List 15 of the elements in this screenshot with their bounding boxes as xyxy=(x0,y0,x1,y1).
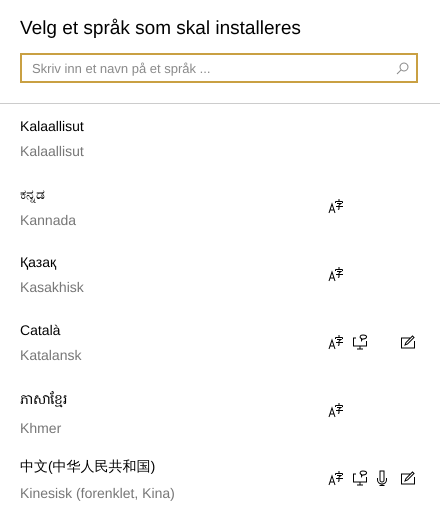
language-name: Khmer xyxy=(20,420,62,436)
language-native-name[interactable]: Kalaallisut xyxy=(20,118,84,134)
language-native-name[interactable]: Català xyxy=(20,322,82,338)
language-name: Kasakhisk xyxy=(20,279,84,295)
dialog-title: Velg et språk som skal installeres xyxy=(20,18,302,40)
language-native-name[interactable]: ಕನ್ನಡ xyxy=(20,186,76,203)
language-name: Katalansk xyxy=(20,347,82,363)
language-native-name[interactable]: ភាសាខ្មែរ xyxy=(20,390,67,411)
language-native-name[interactable]: Қазақ xyxy=(20,254,84,270)
search-icon xyxy=(396,62,409,75)
language-name: Kalaallisut xyxy=(20,143,84,159)
language-name: Kinesisk (forenklet, Kina) xyxy=(20,485,175,501)
language-native-name[interactable]: 中文(中华人民共和国) xyxy=(20,458,175,476)
search-field[interactable]: Skriv inn et navn på et språk ... xyxy=(20,53,418,83)
language-name: Kannada xyxy=(20,212,76,228)
